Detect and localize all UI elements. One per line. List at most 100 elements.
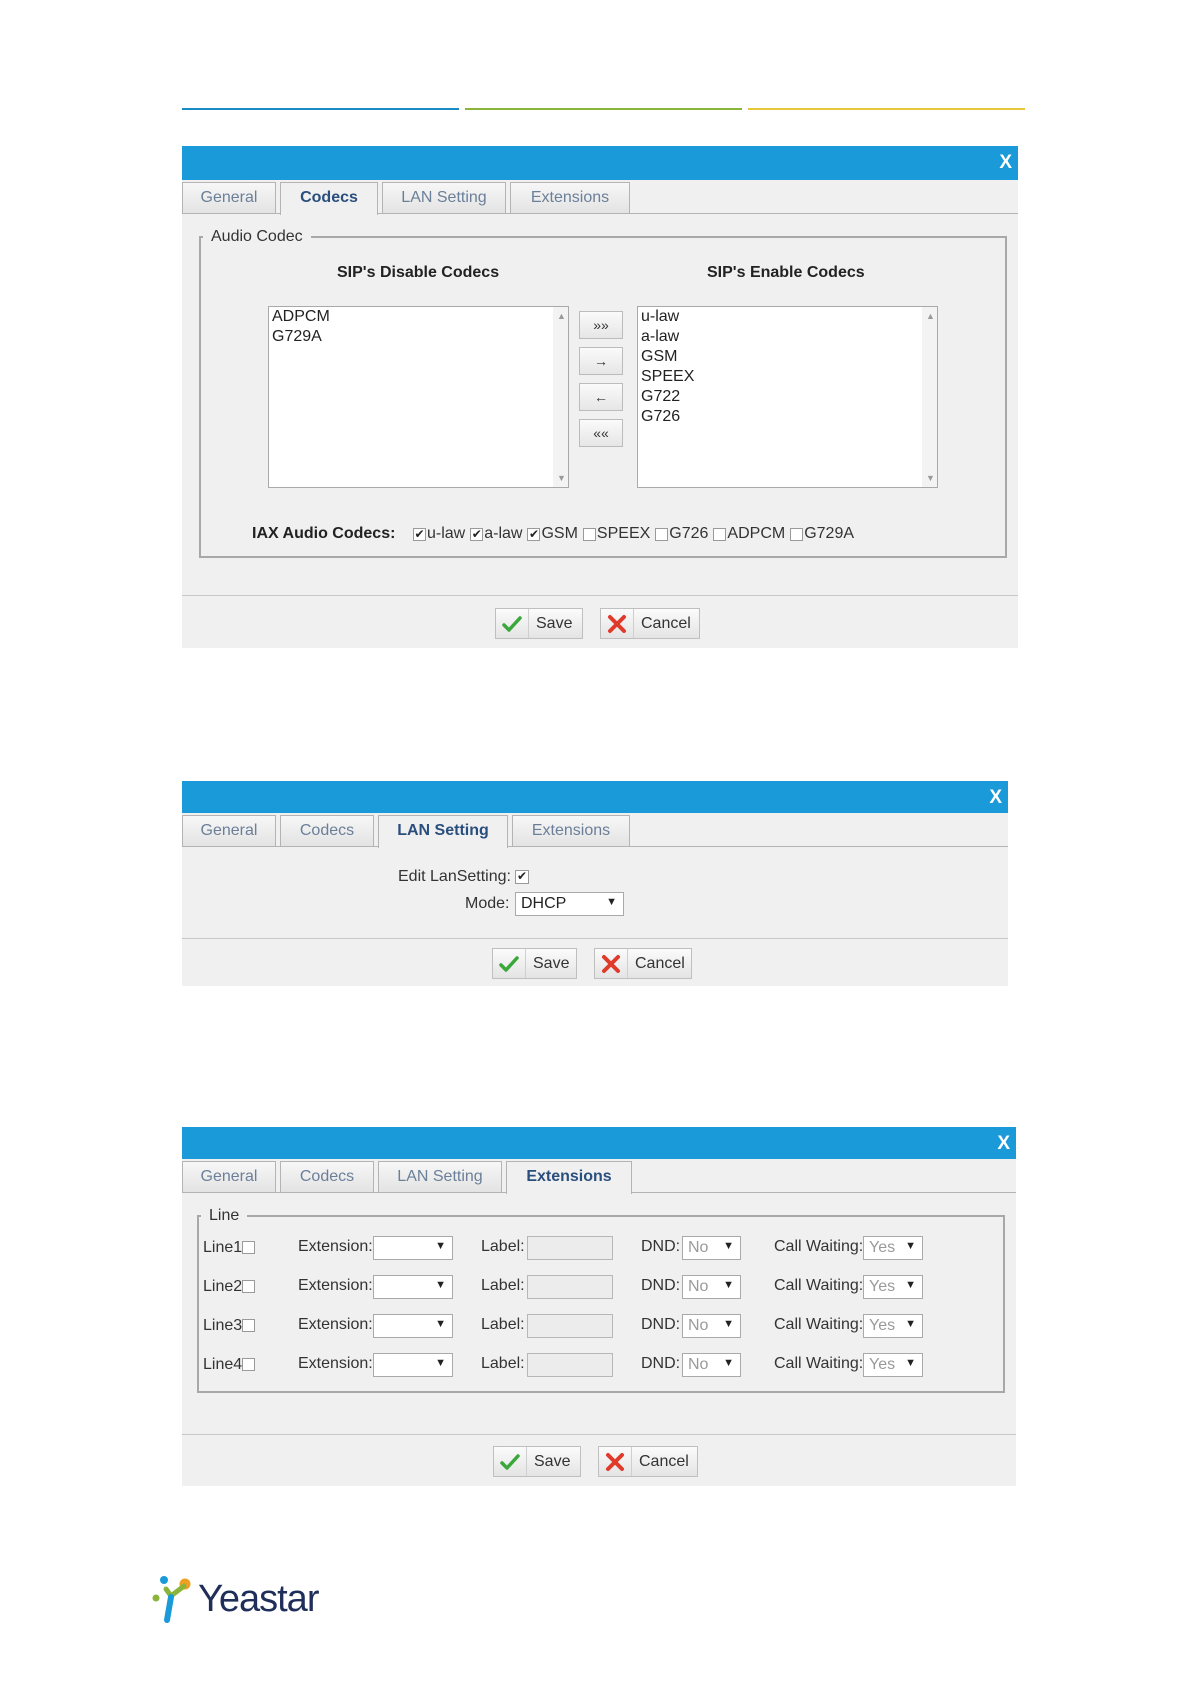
cancel-label: Cancel xyxy=(641,614,691,632)
call-waiting-value: Yes xyxy=(869,1278,896,1295)
line-enable-checkbox[interactable] xyxy=(242,1241,255,1254)
chevron-down-icon: ▼ xyxy=(723,1357,734,1369)
dnd-label: DND: xyxy=(641,1277,681,1294)
iax-codec-label: ADPCM xyxy=(727,525,786,542)
extension-select[interactable]: ▼ xyxy=(373,1314,453,1338)
iax-codec-option: ADPCM xyxy=(713,525,785,543)
codec-option[interactable]: ADPCM xyxy=(269,307,568,327)
iax-codec-label: GSM xyxy=(541,525,578,542)
chevron-down-icon: ▼ xyxy=(435,1357,446,1369)
label-input[interactable] xyxy=(527,1236,613,1260)
iax-codec-option: ✔ GSM xyxy=(527,525,578,543)
chevron-down-icon: ▼ xyxy=(435,1279,446,1291)
scroll-down-icon[interactable]: ▼ xyxy=(557,473,566,483)
scroll-up-icon[interactable]: ▲ xyxy=(926,311,935,321)
extension-select[interactable]: ▼ xyxy=(373,1275,453,1299)
dnd-select[interactable]: No ▼ xyxy=(682,1353,741,1377)
tab-lan-setting[interactable]: LAN Setting xyxy=(378,815,508,848)
call-waiting-select[interactable]: Yes ▼ xyxy=(863,1353,923,1377)
scrollbar[interactable]: ▲ ▼ xyxy=(922,307,937,487)
cancel-x-icon xyxy=(601,609,634,638)
iax-codec-checkbox[interactable] xyxy=(582,527,596,541)
edit-lansetting-label: Edit LanSetting: xyxy=(398,868,511,885)
move-all-left-button[interactable]: «« xyxy=(579,419,623,447)
label-label: Label: xyxy=(481,1355,525,1372)
mode-label: Mode: xyxy=(465,895,510,912)
codec-option[interactable]: G726 xyxy=(638,407,937,427)
iax-codec-checkboxes: ✔ u-law ✔ a-law ✔ GSM SPEEX G726 ADPCM G729A xyxy=(413,525,859,543)
cancel-button[interactable]: Cancel xyxy=(598,1446,698,1477)
close-icon[interactable]: X xyxy=(997,1133,1010,1155)
line-enable-checkbox[interactable] xyxy=(242,1280,255,1293)
line-enable-checkbox[interactable] xyxy=(242,1319,255,1332)
tab-extensions[interactable]: Extensions xyxy=(512,815,630,846)
extension-select[interactable]: ▼ xyxy=(373,1236,453,1260)
dnd-value: No xyxy=(688,1278,709,1295)
codec-option[interactable]: SPEEX xyxy=(638,367,937,387)
dnd-value: No xyxy=(688,1317,709,1334)
dnd-select[interactable]: No ▼ xyxy=(682,1314,741,1338)
dnd-select[interactable]: No ▼ xyxy=(682,1236,741,1260)
extension-select[interactable]: ▼ xyxy=(373,1353,453,1377)
cancel-x-icon xyxy=(599,1447,632,1476)
iax-codec-checkbox[interactable] xyxy=(655,527,669,541)
codec-option[interactable]: G729A xyxy=(269,327,568,347)
move-right-button[interactable]: → xyxy=(579,347,623,375)
save-button[interactable]: Save xyxy=(493,1446,581,1477)
move-all-right-button[interactable]: »» xyxy=(579,311,623,339)
iax-codec-checkbox[interactable]: ✔ xyxy=(470,527,484,541)
scroll-down-icon[interactable]: ▼ xyxy=(926,473,935,483)
tab-lan-setting[interactable]: LAN Setting xyxy=(382,182,506,213)
check-icon xyxy=(493,949,526,978)
iax-codec-checkbox[interactable]: ✔ xyxy=(527,527,541,541)
tab-general[interactable]: General xyxy=(182,815,276,846)
close-icon[interactable]: X xyxy=(999,152,1012,174)
extension-label: Extension: xyxy=(298,1277,373,1294)
save-button[interactable]: Save xyxy=(495,608,583,639)
tab-codecs[interactable]: Codecs xyxy=(280,182,378,215)
tab-general[interactable]: General xyxy=(182,1161,276,1192)
line-enable-checkbox[interactable] xyxy=(242,1358,255,1371)
tab-codecs[interactable]: Codecs xyxy=(280,1161,374,1192)
move-left-button[interactable]: ← xyxy=(579,383,623,411)
close-icon[interactable]: X xyxy=(989,787,1002,809)
codec-option[interactable]: G722 xyxy=(638,387,937,407)
tab-lan-setting[interactable]: LAN Setting xyxy=(378,1161,502,1192)
tab-extensions[interactable]: Extensions xyxy=(510,182,630,213)
line-name-label: Line2 xyxy=(203,1278,243,1295)
tab-general[interactable]: General xyxy=(182,182,276,213)
mode-select[interactable]: DHCP ▼ xyxy=(515,892,624,916)
sip-enabled-codecs-list[interactable]: u-law a-law GSM SPEEX G722 G726 ▲ ▼ xyxy=(637,306,938,488)
codec-option[interactable]: GSM xyxy=(638,347,937,367)
edit-lansetting-checkbox[interactable]: ✔ xyxy=(515,870,529,884)
iax-codec-checkbox[interactable] xyxy=(713,527,727,541)
dnd-select[interactable]: No ▼ xyxy=(682,1275,741,1299)
line-row: Line2 Extension: ▼ Label: DND: No ▼ Call Waitin… xyxy=(182,1274,1016,1300)
scrollbar[interactable]: ▲ ▼ xyxy=(553,307,568,487)
label-input[interactable] xyxy=(527,1314,613,1338)
tab-codecs[interactable]: Codecs xyxy=(280,815,374,846)
label-input[interactable] xyxy=(527,1353,613,1377)
call-waiting-select[interactable]: Yes ▼ xyxy=(863,1236,923,1260)
cancel-button[interactable]: Cancel xyxy=(600,608,700,639)
codec-option[interactable]: a-law xyxy=(638,327,937,347)
dnd-value: No xyxy=(688,1356,709,1373)
cancel-label: Cancel xyxy=(635,954,685,972)
call-waiting-select[interactable]: Yes ▼ xyxy=(863,1314,923,1338)
dialog-titlebar: X xyxy=(182,781,1008,813)
iax-codec-checkbox[interactable] xyxy=(790,527,804,541)
chevron-down-icon: ▼ xyxy=(723,1279,734,1291)
call-waiting-label: Call Waiting: xyxy=(774,1355,864,1372)
label-input[interactable] xyxy=(527,1275,613,1299)
scroll-up-icon[interactable]: ▲ xyxy=(557,311,566,321)
tab-extensions[interactable]: Extensions xyxy=(506,1161,632,1194)
iax-codec-option: G729A xyxy=(790,525,854,543)
sip-disabled-codecs-list[interactable]: ADPCM G729A ▲ ▼ xyxy=(268,306,569,488)
call-waiting-label: Call Waiting: xyxy=(774,1238,864,1255)
save-button[interactable]: Save xyxy=(492,948,577,979)
iax-codec-checkbox[interactable]: ✔ xyxy=(413,527,426,541)
call-waiting-select[interactable]: Yes ▼ xyxy=(863,1275,923,1299)
check-icon xyxy=(494,1447,527,1476)
codec-option[interactable]: u-law xyxy=(638,307,937,327)
cancel-button[interactable]: Cancel xyxy=(594,948,692,979)
